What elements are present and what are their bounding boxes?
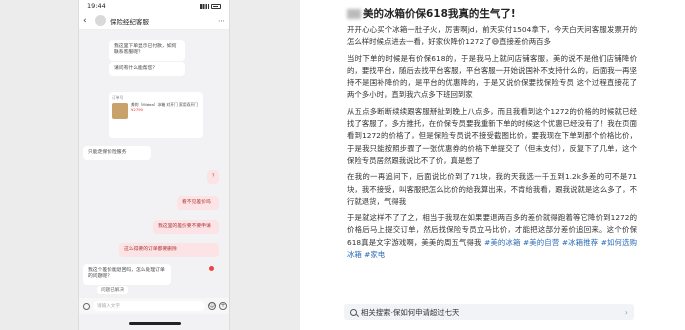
message-text: ？ bbox=[212, 174, 217, 179]
order-card[interactable]: 订单号 美的（Midea）冰箱 对开门 家用双开门 ¥2790 bbox=[109, 92, 203, 138]
phone-screenshot: 19:44 ‹ 保险经纪客服 ⋯ 我这里下单显示已付款，如何联系客服呢？ 请问有… bbox=[0, 0, 300, 330]
chat-input-bar: 请输入文字 ☺ + bbox=[79, 298, 229, 314]
message-left: 请问有什么能帮您？ bbox=[109, 62, 185, 77]
message-text: 我这里的差价要不要申请 bbox=[158, 224, 211, 229]
related-search-text: 相关搜索·保如何申请超过七天 bbox=[361, 307, 625, 318]
article-title: 美的冰箱价保618我真的生气了! bbox=[347, 6, 516, 21]
avatar bbox=[95, 15, 106, 26]
article-paragraph: 开开心心买个冰箱一肚子火，厉害啊jd，前天实付1504拿下，今天白天问客服发票开… bbox=[347, 25, 637, 47]
microphone-icon[interactable] bbox=[83, 302, 90, 310]
message-left: 我这里下单显示已付款，如何联系客服呢？ bbox=[109, 40, 185, 61]
status-bar: 19:44 bbox=[79, 0, 229, 12]
more-icon[interactable]: ⋯ bbox=[218, 17, 225, 25]
hashtag-list[interactable]: #美的冰箱 #美的自营 #冰箱推荐 #如何选购冰箱 #家电 bbox=[347, 238, 637, 259]
message-right: 看不见差价吗 bbox=[177, 196, 219, 211]
message-text: 看不见差价吗 bbox=[182, 200, 211, 205]
article-paragraph: 从五点多断断续续跟客服掰扯到晚上八点多，而且我看到这个1272的价格的时候就已经… bbox=[347, 106, 637, 165]
message-text: 我这个差价能退回吗，怎么处理订单的问题呢？ bbox=[88, 268, 165, 280]
message-left: 我这个差价能退回吗，怎么处理订单的问题呢？ bbox=[83, 264, 171, 285]
back-arrow-icon[interactable]: ‹ bbox=[83, 16, 91, 26]
article: 美的冰箱价保618我真的生气了! 开开心心买个冰箱一肚子火，厉害啊jd，前天实付… bbox=[342, 0, 685, 330]
chat-input[interactable]: 请输入文字 bbox=[93, 301, 205, 311]
signal-icon bbox=[200, 3, 209, 9]
message-text: 我这里下单显示已付款，如何联系客服呢？ bbox=[114, 44, 177, 56]
status-time: 19:44 bbox=[87, 2, 106, 10]
emoji-icon[interactable]: ☺ bbox=[208, 302, 216, 310]
article-paragraph: 当时下单的时候是有价保618的，于是我马上就问店铺客服，美的说不是他们店铺降价的… bbox=[347, 53, 637, 100]
chat-nav-bar: ‹ 保险经纪客服 ⋯ bbox=[79, 12, 229, 30]
order-body: 美的（Midea）冰箱 对开门 家用双开门 ¥2790 bbox=[112, 102, 200, 119]
article-title-text: 美的冰箱价保618我真的生气了! bbox=[363, 8, 516, 20]
chevron-right-icon: › bbox=[624, 307, 628, 317]
article-paragraph: 在我的一再追问下，后面说比价到了71块，我的天我选一千五到1.2k多差的可不是7… bbox=[347, 172, 637, 206]
order-id-label: 订单号 bbox=[112, 95, 124, 100]
related-search-bar[interactable]: 相关搜索·保如何申请超过七天 › bbox=[344, 304, 634, 320]
search-icon bbox=[350, 308, 357, 316]
message-text: 只能走保价险服务 bbox=[88, 150, 127, 155]
unread-dot bbox=[209, 266, 214, 271]
message-right: 我这里的差价要不要申请 bbox=[153, 220, 219, 235]
message-left: 只能走保价险服务 bbox=[83, 146, 151, 161]
message-right: 这么得要的订单都要删除 bbox=[119, 243, 219, 258]
related-search-prefix: 相关搜索· bbox=[361, 307, 393, 317]
article-paragraph: 于是就这样不了了之，相当于我现在如果要退两百多的差价就得跑着等它降价到1272的… bbox=[347, 213, 637, 260]
related-search-query: 保如何申请超过七天 bbox=[392, 307, 460, 317]
order-price: ¥2790 bbox=[131, 106, 144, 112]
message-right: ？ bbox=[207, 170, 219, 185]
chat-area: 我这里下单显示已付款，如何联系客服呢？ 请问有什么能帮您？ 订单号 美的（Mid… bbox=[79, 30, 229, 300]
product-thumbnail bbox=[112, 103, 128, 119]
home-indicator bbox=[129, 322, 181, 325]
status-badge: 问题已解决 bbox=[97, 286, 128, 294]
message-text: 这么得要的订单都要删除 bbox=[124, 247, 177, 252]
redacted-mark bbox=[347, 9, 361, 19]
chat-title: 保险经纪客服 bbox=[110, 17, 149, 26]
battery-icon bbox=[211, 3, 221, 9]
article-body: 开开心心买个冰箱一肚子火，厉害啊jd，前天实付1504拿下，今天白天问客服发票开… bbox=[347, 24, 637, 265]
order-header: 订单号 bbox=[112, 95, 200, 101]
message-text: 请问有什么能帮您？ bbox=[114, 66, 158, 71]
plus-icon[interactable]: + bbox=[219, 302, 227, 310]
status-icons bbox=[200, 3, 221, 9]
phone-frame: 19:44 ‹ 保险经纪客服 ⋯ 我这里下单显示已付款，如何联系客服呢？ 请问有… bbox=[78, 0, 230, 330]
order-info: 美的（Midea）冰箱 对开门 家用双开门 ¥2790 bbox=[131, 102, 200, 119]
